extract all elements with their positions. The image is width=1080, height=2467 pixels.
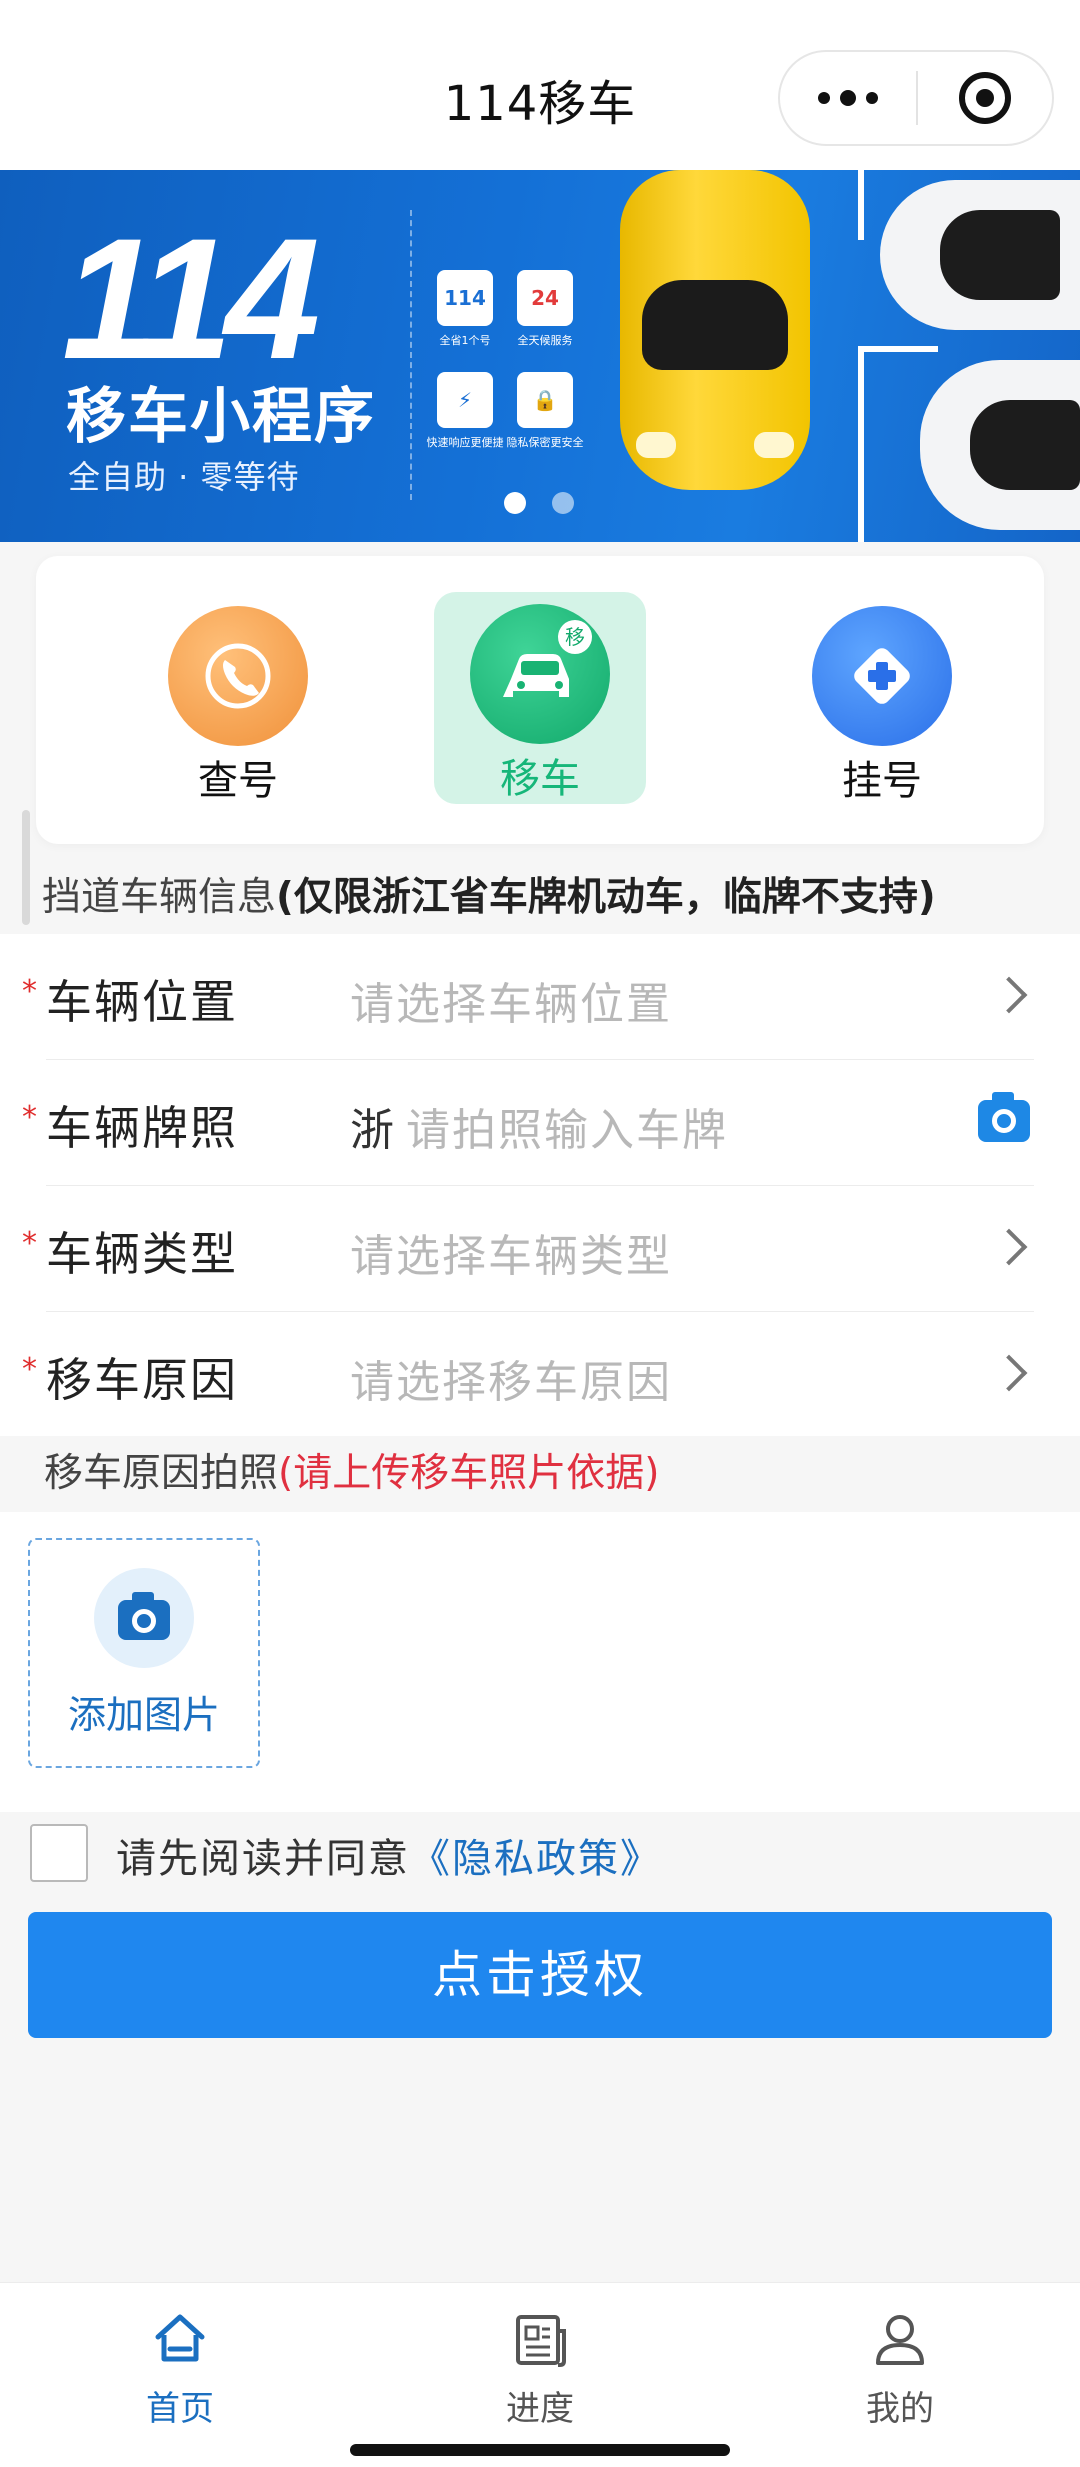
tab-progress[interactable]: 进度: [440, 2295, 640, 2430]
required-mark: *: [22, 1226, 37, 1261]
progress-icon: [510, 2309, 570, 2369]
vehicle-plate-row: * 车辆牌照 浙请拍照输入车牌: [0, 1060, 1080, 1186]
move-reason-select[interactable]: 请选择移车原因: [350, 1346, 672, 1410]
privacy-policy-link[interactable]: 《隐私政策》: [410, 1836, 662, 1882]
mini-program-capsule: [778, 50, 1054, 146]
banner-divider: [410, 210, 412, 500]
more-dots-icon: [818, 90, 878, 106]
banner-pagination: [504, 492, 574, 514]
vehicle-plate-input[interactable]: 浙请拍照输入车牌: [350, 1094, 728, 1158]
parking-line: [858, 346, 864, 542]
chevron-right-icon: [990, 1354, 1028, 1392]
move-badge: 移: [558, 620, 592, 654]
home-icon: [150, 2309, 210, 2369]
section-note: (仅限浙江省车牌机动车，临牌不支持): [276, 875, 936, 920]
move-reason-row[interactable]: * 移车原因 请选择移车原因: [0, 1312, 1080, 1438]
photo-title: 移车原因拍照: [44, 1451, 279, 1496]
required-mark: *: [22, 974, 37, 1009]
service-label: 移车: [500, 756, 580, 802]
required-mark: *: [22, 1100, 37, 1135]
field-label: 车辆位置: [46, 975, 238, 1029]
plus-diamond-icon: [812, 606, 952, 746]
camera-icon[interactable]: [978, 1092, 1030, 1142]
agree-checkbox[interactable]: [30, 1824, 88, 1882]
vehicle-type-row[interactable]: * 车辆类型 请选择车辆类型: [0, 1186, 1080, 1312]
banner-tagline: 全自助 · 零等待: [68, 458, 300, 496]
field-label: 车辆类型: [46, 1227, 238, 1281]
close-button[interactable]: [918, 52, 1052, 144]
camera-circle: [94, 1568, 194, 1668]
tab-home[interactable]: 首页: [80, 2295, 280, 2430]
home-indicator[interactable]: [350, 2444, 730, 2456]
bottom-tab-bar: 首页 进度 我的: [0, 2282, 1080, 2467]
close-target-icon: [959, 72, 1011, 124]
lock-icon: 🔒: [517, 372, 573, 428]
service-register[interactable]: 挂号: [776, 594, 988, 806]
authorize-button[interactable]: 点击授权: [28, 1912, 1052, 2038]
field-label: 移车原因: [46, 1353, 238, 1407]
service-move-car[interactable]: 移 移车: [434, 592, 646, 804]
phone-icon: [168, 606, 308, 746]
lightning-icon: ⚡: [437, 372, 493, 428]
section-title: 挡道车辆信息: [42, 875, 277, 920]
banner-feature: 24 全天候服务: [490, 270, 600, 348]
pagination-dot-active[interactable]: [504, 492, 526, 514]
vehicle-type-select[interactable]: 请选择车辆类型: [350, 1220, 672, 1284]
vehicle-location-row[interactable]: * 车辆位置 请选择车辆位置: [0, 934, 1080, 1060]
vehicle-info-header: 挡道车辆信息(仅限浙江省车牌机动车，临牌不支持): [0, 862, 1080, 934]
add-image-label: 添加图片: [67, 1693, 220, 1737]
photo-section-header: 移车原因拍照(请上传移车照片依据): [0, 1436, 1080, 1512]
service-label: 查号: [198, 758, 278, 804]
tab-label: 我的: [866, 2389, 934, 2429]
yellow-car-image: [620, 170, 810, 490]
feature-114-icon: 114: [437, 270, 493, 326]
tab-mine[interactable]: 我的: [800, 2295, 1000, 2430]
service-lookup[interactable]: 查号: [132, 594, 344, 806]
field-label: 车辆牌照: [46, 1101, 238, 1155]
tab-label: 首页: [146, 2389, 214, 2429]
service-card: 查号 移 移车 挂号: [36, 556, 1044, 844]
white-car-image: [920, 360, 1080, 530]
more-button[interactable]: [780, 52, 916, 144]
parking-line: [858, 170, 864, 240]
tab-label: 进度: [506, 2389, 574, 2429]
car-icon: 移: [470, 604, 610, 744]
add-image-button[interactable]: 添加图片: [28, 1538, 260, 1768]
top-nav-bar: 114移车: [0, 0, 1080, 170]
promo-banner[interactable]: 114 移车小程序 全自助 · 零等待 114 全省1个号 24 全天候服务 ⚡…: [0, 170, 1080, 542]
photo-upload-area: 添加图片: [0, 1512, 1080, 1812]
white-car-image: [880, 180, 1080, 330]
vehicle-form: * 车辆位置 请选择车辆位置 * 车辆牌照 浙请拍照输入车牌 * 车辆类型 请选…: [0, 934, 1080, 1436]
vehicle-location-select[interactable]: 请选择车辆位置: [350, 968, 672, 1032]
pagination-dot[interactable]: [552, 492, 574, 514]
photo-note: (请上传移车照片依据): [278, 1451, 660, 1496]
privacy-agreement: 请先阅读并同意《隐私政策》: [0, 1812, 1080, 1902]
required-mark: *: [22, 1352, 37, 1387]
plate-province-prefix[interactable]: 浙: [350, 1105, 396, 1156]
camera-icon: [118, 1592, 170, 1640]
banner-subtitle: 移车小程序: [66, 382, 376, 452]
agree-text: 请先阅读并同意《隐私政策》: [116, 1836, 662, 1882]
service-label: 挂号: [842, 758, 922, 804]
parking-line: [858, 346, 938, 352]
user-icon: [870, 2309, 930, 2369]
chevron-right-icon: [990, 1228, 1028, 1266]
chevron-right-icon: [990, 976, 1028, 1014]
clock-24-icon: 24: [517, 270, 573, 326]
banner-feature: 🔒 隐私保密更安全: [490, 372, 600, 450]
